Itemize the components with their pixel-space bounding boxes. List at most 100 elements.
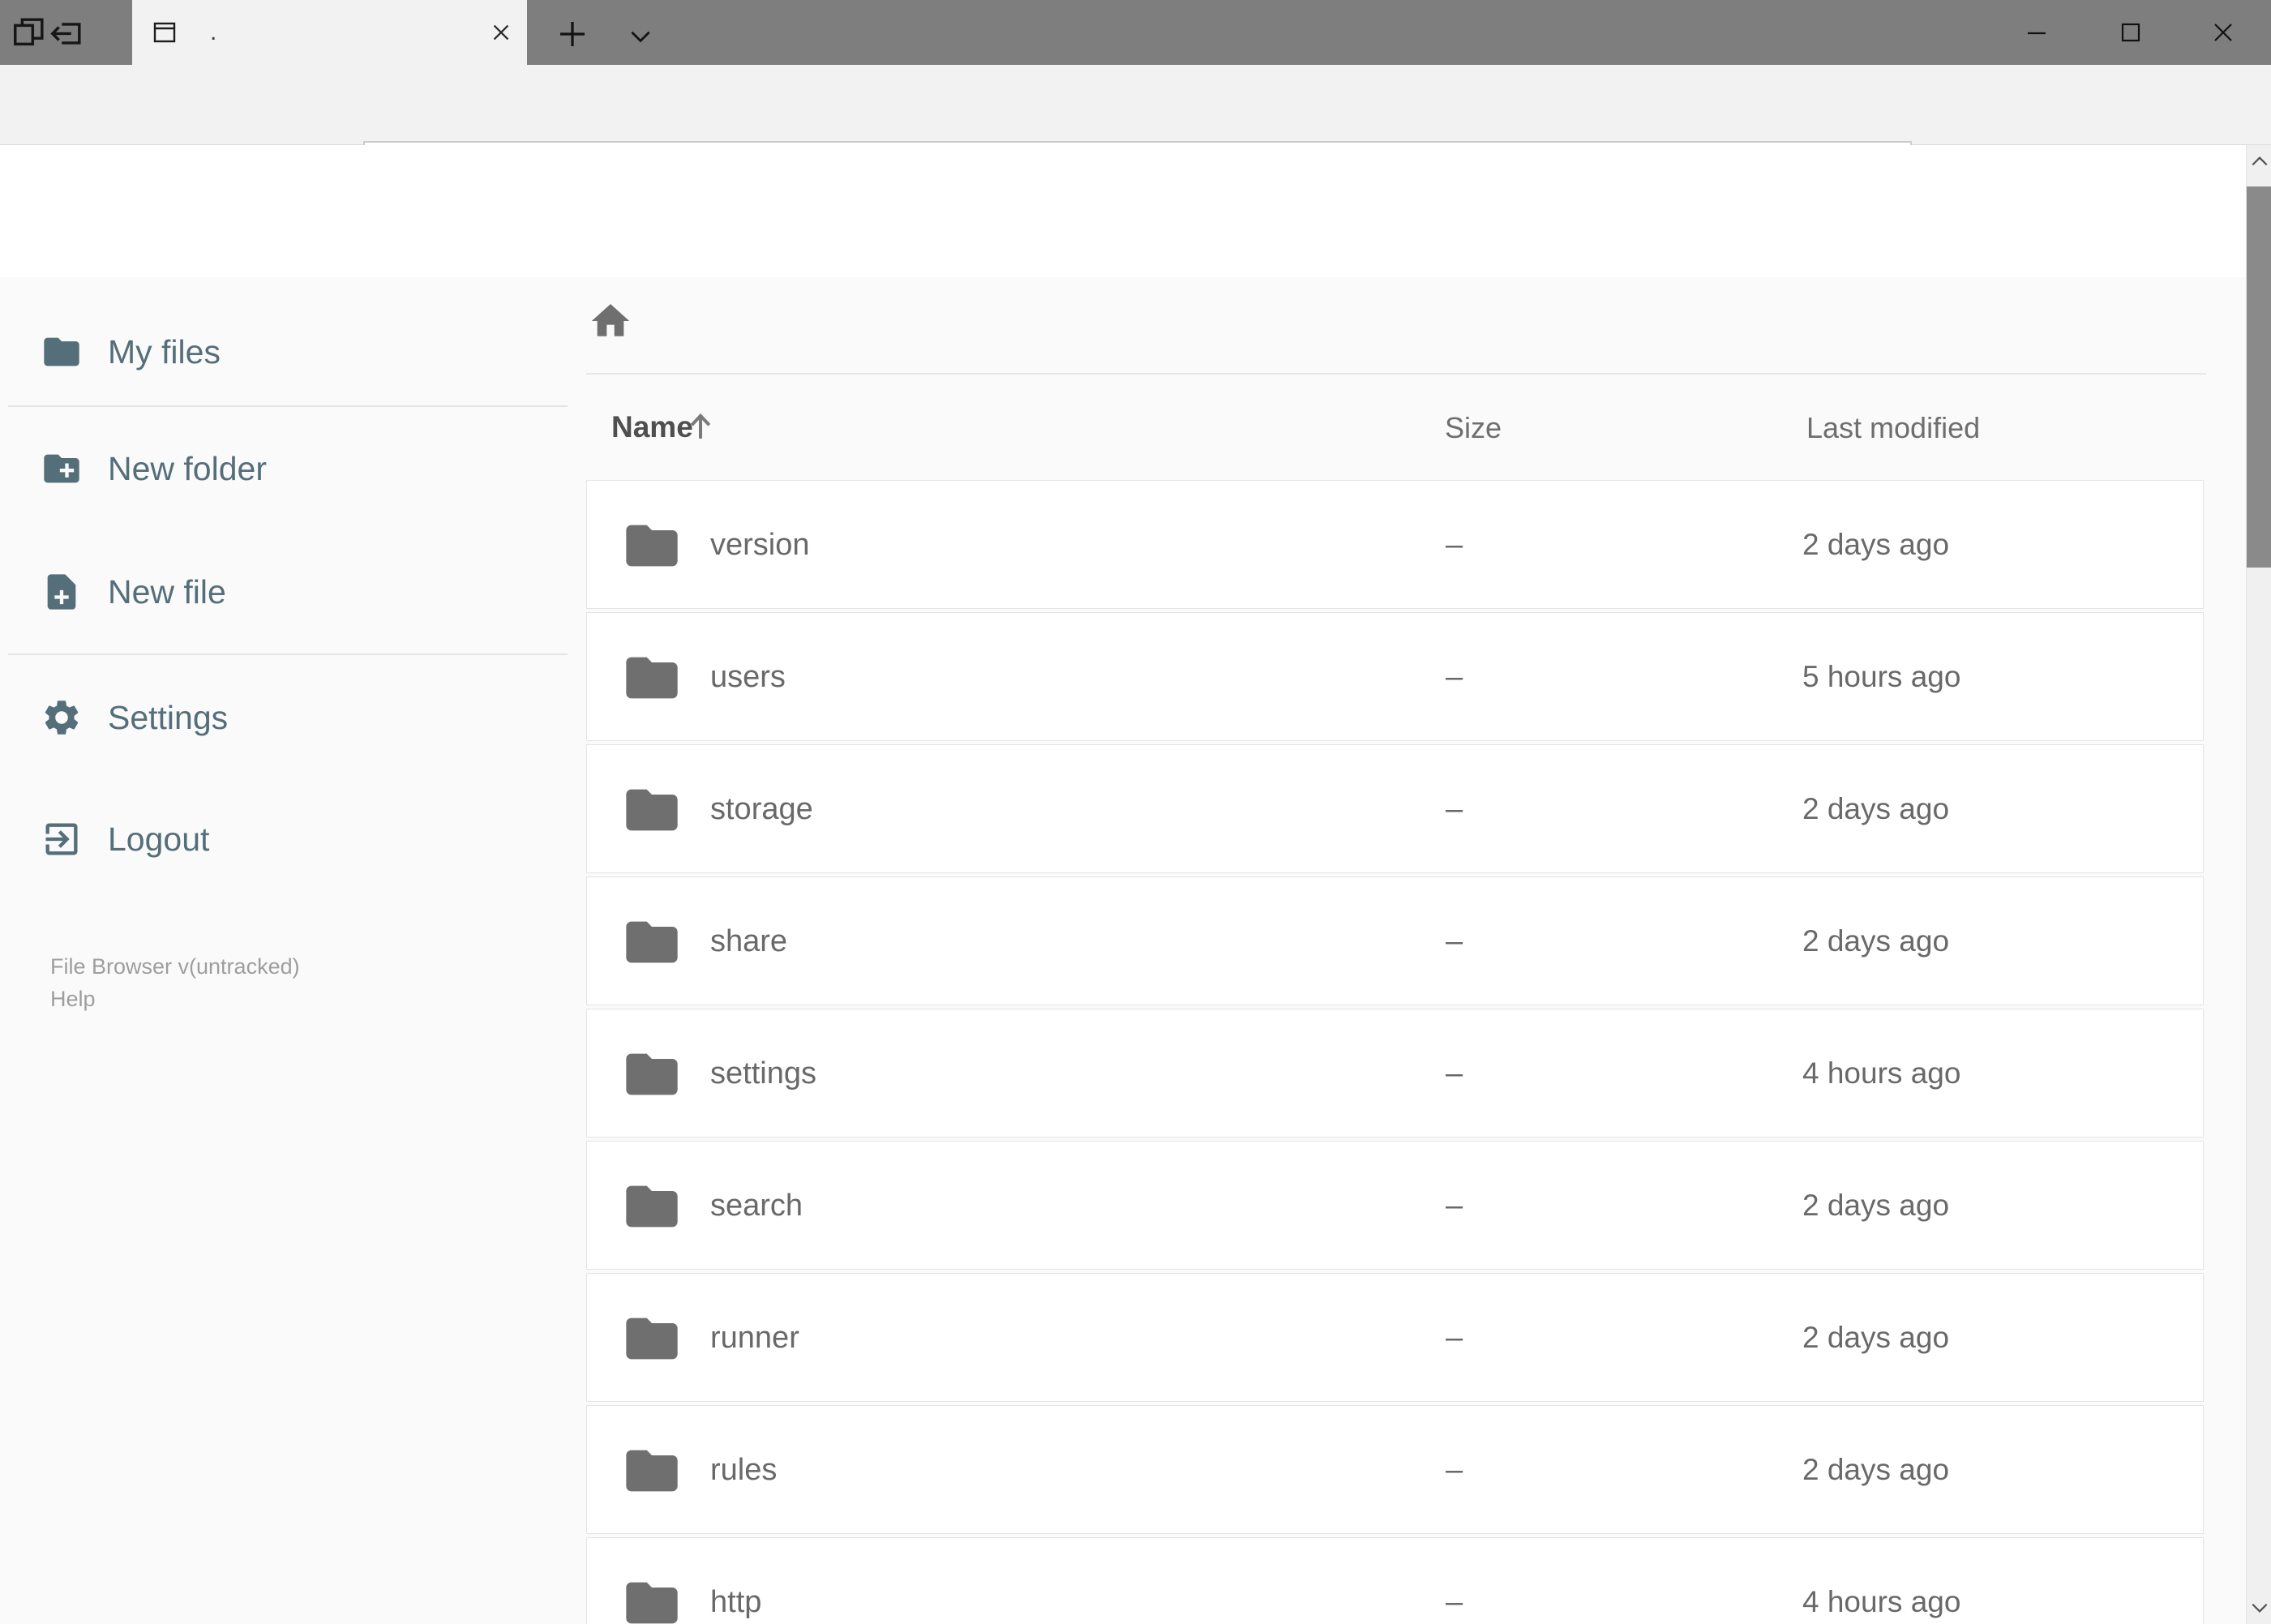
folder-icon: [626, 657, 678, 699]
sidebar-divider: [8, 653, 568, 655]
sidebar-item-my-files[interactable]: My files: [0, 323, 568, 381]
new-file-icon: [47, 574, 76, 610]
folder-icon: [44, 337, 79, 366]
file-row[interactable]: users – 5 hours ago: [586, 612, 2204, 741]
chevron-down-icon: [631, 31, 650, 43]
tab-close-button[interactable]: [486, 18, 516, 47]
file-name: http: [710, 1585, 762, 1619]
file-size: –: [1446, 792, 1463, 826]
sidebar-footer: File Browser v(untracked) Help: [50, 950, 300, 1015]
file-name: version: [710, 528, 810, 562]
window-close-button[interactable]: [2211, 20, 2235, 45]
breadcrumb-divider: [586, 373, 2206, 375]
browser-titlebar: .: [0, 0, 2271, 65]
sidebar-item-label: Settings: [108, 698, 229, 736]
tab-list-dropdown[interactable]: [621, 16, 660, 55]
file-modified: 2 days ago: [1802, 792, 1950, 825]
minimize-button[interactable]: [2025, 20, 2049, 45]
folder-icon: [626, 1582, 678, 1624]
folder-icon: [626, 525, 678, 567]
page-scrollbar[interactable]: [2246, 145, 2271, 1624]
set-aside-icon: [50, 23, 81, 45]
sidebar-item-new-file[interactable]: New file: [0, 563, 568, 621]
file-modified: 2 days ago: [1802, 1321, 1950, 1354]
sidebar: My files New folder New file Settings Lo…: [0, 277, 584, 1624]
tab-title: .: [210, 19, 217, 45]
column-header-size[interactable]: Size: [1445, 411, 1502, 445]
sidebar-item-settings[interactable]: Settings: [0, 688, 568, 747]
sort-ascending-icon[interactable]: [682, 407, 719, 444]
file-size: –: [1446, 1056, 1463, 1091]
file-size: –: [1446, 528, 1463, 562]
file-name: users: [710, 660, 786, 694]
sidebar-item-label: New file: [108, 572, 226, 611]
file-size: –: [1446, 1453, 1463, 1487]
browser-window: . Search... My files New folder New file…: [0, 0, 2271, 1624]
maximize-button[interactable]: [2119, 20, 2143, 45]
file-modified: 2 days ago: [1802, 1453, 1950, 1486]
sidebar-item-label: My files: [108, 332, 221, 371]
file-modified: 5 hours ago: [1802, 660, 1961, 693]
filebrowser-body: My files New folder New file Settings Lo…: [0, 277, 2246, 1624]
file-rows: version – 2 days ago users – 5 hours ago: [586, 480, 2204, 1624]
folder-icon: [626, 1053, 678, 1095]
new-tab-button[interactable]: [553, 15, 592, 54]
scroll-up-icon[interactable]: [2249, 152, 2270, 173]
folder-icon: [626, 789, 678, 831]
file-modified: 4 hours ago: [1802, 1056, 1961, 1090]
column-header-modified[interactable]: Last modified: [1806, 411, 1980, 445]
file-size: –: [1446, 1321, 1463, 1355]
file-name: search: [710, 1189, 803, 1223]
filebrowser-header: [0, 145, 2246, 408]
file-row[interactable]: settings – 4 hours ago: [586, 1009, 2204, 1138]
file-row[interactable]: version – 2 days ago: [586, 480, 2204, 609]
breadcrumb-home-icon[interactable]: [588, 298, 633, 344]
file-modified: 2 days ago: [1802, 528, 1950, 561]
sidebar-item-label: Logout: [108, 820, 210, 858]
file-name: rules: [710, 1453, 778, 1487]
file-row[interactable]: rules – 2 days ago: [586, 1405, 2204, 1534]
close-icon: [493, 24, 509, 41]
folder-icon: [626, 1450, 678, 1492]
scroll-down-icon[interactable]: [2249, 1596, 2270, 1618]
listing-header: Name Size Last modified: [586, 407, 2204, 448]
file-name: settings: [710, 1056, 816, 1091]
file-size: –: [1446, 660, 1463, 694]
browser-tab[interactable]: .: [132, 0, 527, 65]
file-modified: 2 days ago: [1802, 1189, 1950, 1222]
version-link[interactable]: File Browser v(untracked): [50, 950, 300, 983]
page-icon: [153, 22, 176, 43]
scrollbar-thumb[interactable]: [2247, 186, 2271, 568]
file-row[interactable]: runner – 2 days ago: [586, 1273, 2204, 1402]
file-size: –: [1446, 1585, 1463, 1619]
file-row[interactable]: http – 4 hours ago: [586, 1537, 2204, 1624]
folder-icon: [626, 1318, 678, 1360]
file-row[interactable]: search – 2 days ago: [586, 1141, 2204, 1270]
logout-icon: [45, 823, 78, 855]
folder-icon: [626, 1185, 678, 1228]
file-name: storage: [710, 792, 813, 826]
file-row[interactable]: share – 2 days ago: [586, 876, 2204, 1005]
file-modified: 2 days ago: [1802, 924, 1950, 958]
gear-icon: [45, 701, 79, 735]
help-link[interactable]: Help: [50, 983, 300, 1015]
file-name: runner: [710, 1321, 799, 1355]
plus-icon: [560, 22, 585, 46]
folder-icon: [626, 921, 678, 963]
tab-preview-button[interactable]: [10, 13, 49, 52]
set-tabs-aside-button[interactable]: [47, 13, 86, 52]
file-row[interactable]: storage – 2 days ago: [586, 744, 2204, 873]
maximize-icon: [2121, 23, 2140, 42]
new-folder-icon: [44, 454, 79, 483]
minimize-icon: [2028, 32, 2046, 35]
sidebar-divider: [8, 405, 568, 407]
file-size: –: [1446, 1189, 1463, 1223]
sidebar-item-label: New folder: [108, 449, 267, 487]
column-header-name[interactable]: Name: [611, 410, 693, 444]
browser-navbar: filebrowser.web/files/: [0, 65, 2271, 198]
file-modified: 4 hours ago: [1802, 1585, 1961, 1618]
tab-stack-icon: [14, 18, 44, 46]
sidebar-item-new-folder[interactable]: New folder: [0, 439, 568, 498]
file-name: share: [710, 924, 788, 958]
sidebar-item-logout[interactable]: Logout: [0, 810, 568, 868]
